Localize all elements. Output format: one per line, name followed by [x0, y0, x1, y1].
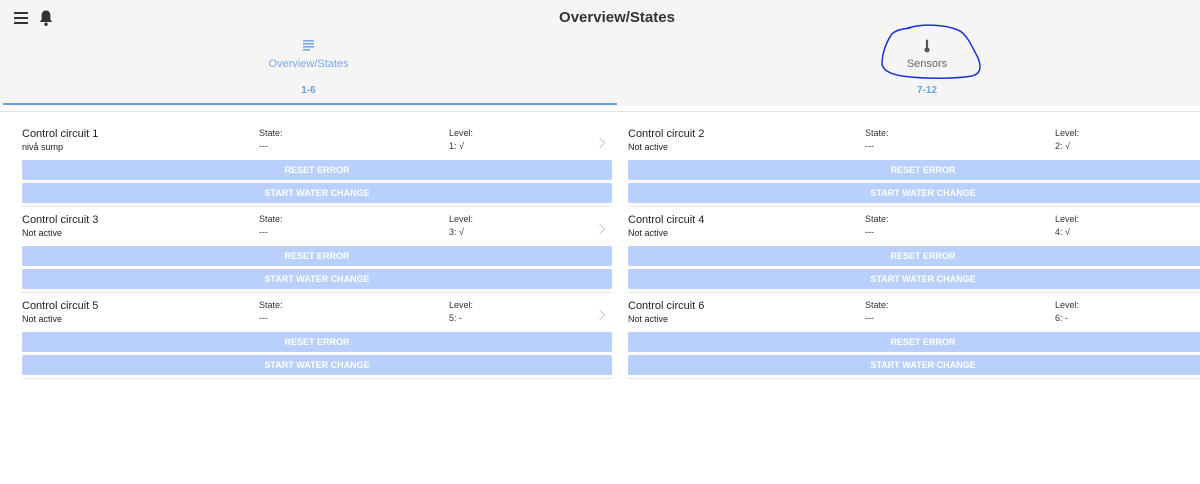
start-water-change-button[interactable]: START WATER CHANGE	[628, 355, 1200, 375]
tab-label: Sensors	[906, 58, 948, 70]
level-value: 1: √	[449, 141, 464, 151]
control-circuit-5-card: Control circuit 5 Not active State: --- …	[22, 300, 612, 386]
reset-error-button[interactable]: RESET ERROR	[628, 246, 1200, 266]
state-label: State:	[865, 214, 889, 224]
reset-error-button[interactable]: RESET ERROR	[628, 160, 1200, 180]
circuit-name: Control circuit 5	[22, 300, 99, 312]
tab-overview-states[interactable]: Overview/States 1-6	[0, 34, 617, 104]
reset-error-button[interactable]: RESET ERROR	[22, 246, 612, 266]
chevron-right-icon[interactable]	[598, 222, 606, 235]
level-value: 5: -	[449, 313, 463, 323]
card-divider	[628, 378, 1200, 379]
top-app-bar: Overview/States Overview/States 1-6 Sens…	[0, 0, 1200, 106]
state-value: ---	[865, 227, 874, 237]
tab-label: Overview/States	[268, 58, 349, 70]
circuit-status: nivå sump	[22, 142, 64, 152]
level-value: 2: √	[1055, 141, 1070, 151]
level-value: 3: √	[449, 227, 464, 237]
circuit-name: Control circuit 6	[628, 300, 705, 312]
thermometer-icon	[617, 39, 1200, 55]
state-label: State:	[259, 128, 283, 138]
state-value: ---	[259, 141, 268, 151]
card-divider	[22, 206, 612, 207]
start-water-change-button[interactable]: START WATER CHANGE	[22, 183, 612, 203]
card-divider	[628, 206, 1200, 207]
state-label: State:	[259, 214, 283, 224]
circuit-name: Control circuit 1	[22, 128, 99, 140]
chevron-right-icon[interactable]	[598, 308, 606, 321]
level-label: Level:	[449, 300, 474, 310]
control-circuit-6-card: Control circuit 6 Not active State: --- …	[628, 300, 1200, 386]
circuit-status: Not active	[628, 314, 669, 324]
circuit-status: Not active	[628, 228, 669, 238]
control-circuit-4-card: Control circuit 4 Not active State: --- …	[628, 214, 1200, 300]
state-label: State:	[259, 300, 283, 310]
list-icon	[0, 39, 617, 55]
card-divider	[22, 292, 612, 293]
divider	[0, 111, 1200, 112]
reset-error-button[interactable]: RESET ERROR	[628, 332, 1200, 352]
level-label: Level:	[449, 128, 474, 138]
reset-error-button[interactable]: RESET ERROR	[22, 332, 612, 352]
level-value: 4: √	[1055, 227, 1070, 237]
state-label: State:	[865, 128, 889, 138]
control-circuit-1-card: Control circuit 1 nivå sump State: --- L…	[22, 128, 612, 214]
reset-error-button[interactable]: RESET ERROR	[22, 160, 612, 180]
tab-range: 1-6	[301, 85, 316, 96]
circuit-name: Control circuit 3	[22, 214, 99, 226]
circuit-status: Not active	[628, 142, 669, 152]
page-title: Overview/States	[559, 9, 675, 26]
circuit-name: Control circuit 2	[628, 128, 705, 140]
control-circuit-3-card: Control circuit 3 Not active State: --- …	[22, 214, 612, 300]
start-water-change-button[interactable]: START WATER CHANGE	[628, 269, 1200, 289]
state-label: State:	[865, 300, 889, 310]
level-label: Level:	[1055, 214, 1080, 224]
level-value: 6: -	[1055, 313, 1069, 323]
start-water-change-button[interactable]: START WATER CHANGE	[628, 183, 1200, 203]
tab-sensors[interactable]: Sensors 7-12	[617, 34, 1200, 104]
card-divider	[22, 378, 612, 379]
state-value: ---	[865, 313, 874, 323]
level-label: Level:	[449, 214, 474, 224]
card-divider	[628, 292, 1200, 293]
control-circuit-2-card: Control circuit 2 Not active State: --- …	[628, 128, 1200, 214]
active-tab-indicator	[3, 103, 617, 105]
start-water-change-button[interactable]: START WATER CHANGE	[22, 355, 612, 375]
level-label: Level:	[1055, 300, 1080, 310]
circuit-name: Control circuit 4	[628, 214, 705, 226]
circuit-status: Not active	[22, 228, 63, 238]
start-water-change-button[interactable]: START WATER CHANGE	[22, 269, 612, 289]
state-value: ---	[259, 313, 268, 323]
level-label: Level:	[1055, 128, 1080, 138]
state-value: ---	[865, 141, 874, 151]
chevron-right-icon[interactable]	[598, 136, 606, 149]
circuit-status: Not active	[22, 314, 63, 324]
state-value: ---	[259, 227, 268, 237]
tab-range: 7-12	[916, 85, 937, 96]
